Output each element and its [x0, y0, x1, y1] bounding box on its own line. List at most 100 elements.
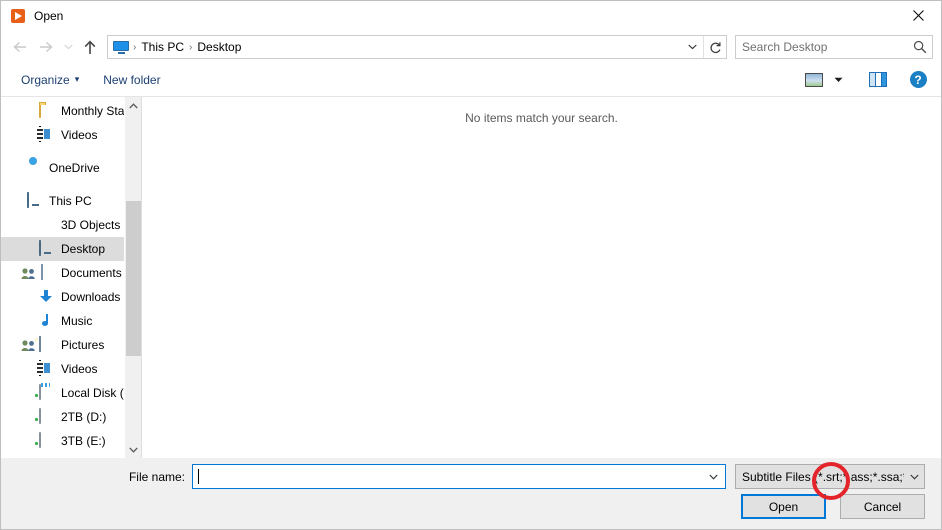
search-icon[interactable]: [908, 40, 932, 54]
help-button[interactable]: ?: [905, 68, 931, 92]
tree-item-music[interactable]: Music: [1, 309, 141, 333]
back-button[interactable]: [7, 35, 33, 59]
desktop-monitor-icon: [39, 240, 55, 257]
tree-item-pictures[interactable]: Pictures: [1, 333, 141, 357]
video-folder-icon: [39, 126, 55, 143]
sidebar-scrollbar[interactable]: [124, 97, 141, 458]
arrow-right-icon: [40, 41, 53, 53]
close-glyph: [912, 10, 924, 21]
tree-item-label: Pictures: [61, 338, 105, 352]
shared-people-icon: [21, 267, 37, 280]
toolbar: Organize ▾ New folder ?: [1, 63, 941, 97]
view-thumbnails-icon: [805, 72, 823, 87]
search-box[interactable]: Search Desktop: [735, 35, 933, 59]
navigation-pane: Monthly Statem Videos OneDrive This PC 3…: [1, 97, 141, 458]
3d-objects-cube-icon: [39, 217, 55, 233]
tree-item-label: 2TB (D:): [61, 410, 107, 424]
address-bar[interactable]: › This PC › Desktop: [107, 35, 727, 59]
organize-button[interactable]: Organize ▾: [15, 69, 85, 91]
system-disk-icon: [35, 384, 55, 401]
file-type-dropdown[interactable]: Subtitle Files (*.srt;*.ass;*.ssa;*.i: [735, 464, 925, 489]
chevron-down-icon: [63, 44, 73, 50]
search-input[interactable]: Search Desktop: [736, 40, 908, 54]
view-mode-button[interactable]: [801, 68, 827, 92]
tree-item-label: This PC: [49, 194, 92, 208]
up-button[interactable]: [77, 35, 103, 59]
scroll-up-button[interactable]: [125, 97, 141, 114]
preview-pane-icon: [869, 72, 887, 87]
chevron-down-icon: [708, 474, 718, 480]
tree-item-label: 3D Objects: [61, 218, 121, 232]
tree-item-this-pc[interactable]: This PC: [1, 189, 141, 213]
window-title: Open: [34, 9, 64, 23]
tree-item-label: Documents: [61, 266, 122, 280]
cancel-button[interactable]: Cancel: [840, 494, 925, 519]
downloads-arrow-icon: [39, 289, 55, 305]
magnifier-glyph: [913, 40, 927, 54]
filename-label: File name:: [128, 469, 185, 484]
tree-item-label: Desktop: [61, 242, 106, 256]
refresh-icon: [709, 41, 720, 53]
tree-item-label: OneDrive: [49, 161, 100, 175]
help-icon: ?: [909, 71, 927, 88]
tree-item-disk-e[interactable]: 3TB (E:): [1, 429, 141, 453]
tree-item-3d-objects[interactable]: 3D Objects: [1, 213, 141, 237]
tree-item-desktop[interactable]: Desktop: [1, 237, 141, 261]
music-note-icon: [39, 313, 55, 329]
refresh-button[interactable]: [703, 36, 726, 58]
chevron-down-icon[interactable]: [904, 474, 924, 480]
tree-item-monthly-statements[interactable]: Monthly Statem: [1, 99, 141, 123]
preview-pane-button[interactable]: [865, 68, 891, 92]
chevron-down-icon: ▾: [74, 74, 80, 84]
tree-item-label: Videos: [61, 362, 98, 376]
scroll-down-button[interactable]: [125, 441, 141, 458]
tree-item-disk-d[interactable]: 2TB (D:): [1, 405, 141, 429]
tree-item-label: Music: [61, 314, 93, 328]
tree-item-downloads[interactable]: Downloads: [1, 285, 141, 309]
tree-item-label: 3TB (E:): [61, 434, 106, 448]
tree-item-label: Downloads: [61, 290, 121, 304]
text-caret: [198, 469, 199, 484]
close-icon[interactable]: [895, 1, 941, 30]
tree-item-local-disk-c[interactable]: Local Disk (C:): [1, 381, 141, 405]
forward-button[interactable]: [33, 35, 59, 59]
pictures-icon: [21, 336, 55, 353]
arrow-left-icon: [13, 41, 26, 53]
chevron-down-icon: [834, 77, 842, 82]
recent-locations-button[interactable]: [59, 35, 77, 59]
chevron-up-icon: [128, 102, 138, 108]
tree-item-onedrive[interactable]: OneDrive: [1, 156, 141, 180]
breadcrumb-this-pc[interactable]: This PC: [137, 40, 188, 54]
file-type-value: Subtitle Files (*.srt;*.ass;*.ssa;*.i: [742, 469, 904, 484]
file-list-pane[interactable]: No items match your search.: [141, 97, 941, 458]
folder-tree: Monthly Statem Videos OneDrive This PC 3…: [1, 97, 141, 453]
monitor-icon: [27, 192, 43, 209]
empty-state-message: No items match your search.: [465, 111, 618, 125]
dialog-body: Monthly Statem Videos OneDrive This PC 3…: [1, 97, 941, 458]
arrow-up-icon: [84, 39, 96, 54]
scrollbar-thumb[interactable]: [126, 201, 141, 356]
onedrive-cloud-icon: [27, 160, 43, 176]
new-folder-label: New folder: [103, 72, 161, 87]
tree-item-documents[interactable]: Documents: [1, 261, 141, 285]
monitor-icon: [113, 39, 129, 55]
documents-icon: [21, 264, 55, 281]
dialog-footer: File name: Subtitle Files (*.srt;*.ass;*…: [1, 458, 941, 529]
titlebar: Open: [1, 1, 941, 31]
new-folder-button[interactable]: New folder: [97, 69, 166, 91]
view-mode-dropdown[interactable]: [829, 68, 847, 92]
folder-icon: [39, 102, 55, 119]
video-folder-icon: [39, 360, 55, 377]
breadcrumb-desktop[interactable]: Desktop: [193, 40, 245, 54]
filename-input[interactable]: [192, 464, 726, 489]
chevron-down-icon: [128, 447, 138, 453]
address-dropdown-button[interactable]: [681, 36, 703, 58]
tree-item-videos-user[interactable]: Videos: [1, 123, 141, 147]
shared-people-icon: [21, 339, 37, 352]
filename-row: File name: Subtitle Files (*.srt;*.ass;*…: [17, 464, 925, 489]
disk-icon: [35, 432, 55, 449]
filename-dropdown-button[interactable]: [701, 474, 725, 480]
open-button[interactable]: Open: [741, 494, 826, 519]
tree-item-videos[interactable]: Videos: [1, 357, 141, 381]
vlc-cone-icon: [10, 8, 26, 24]
